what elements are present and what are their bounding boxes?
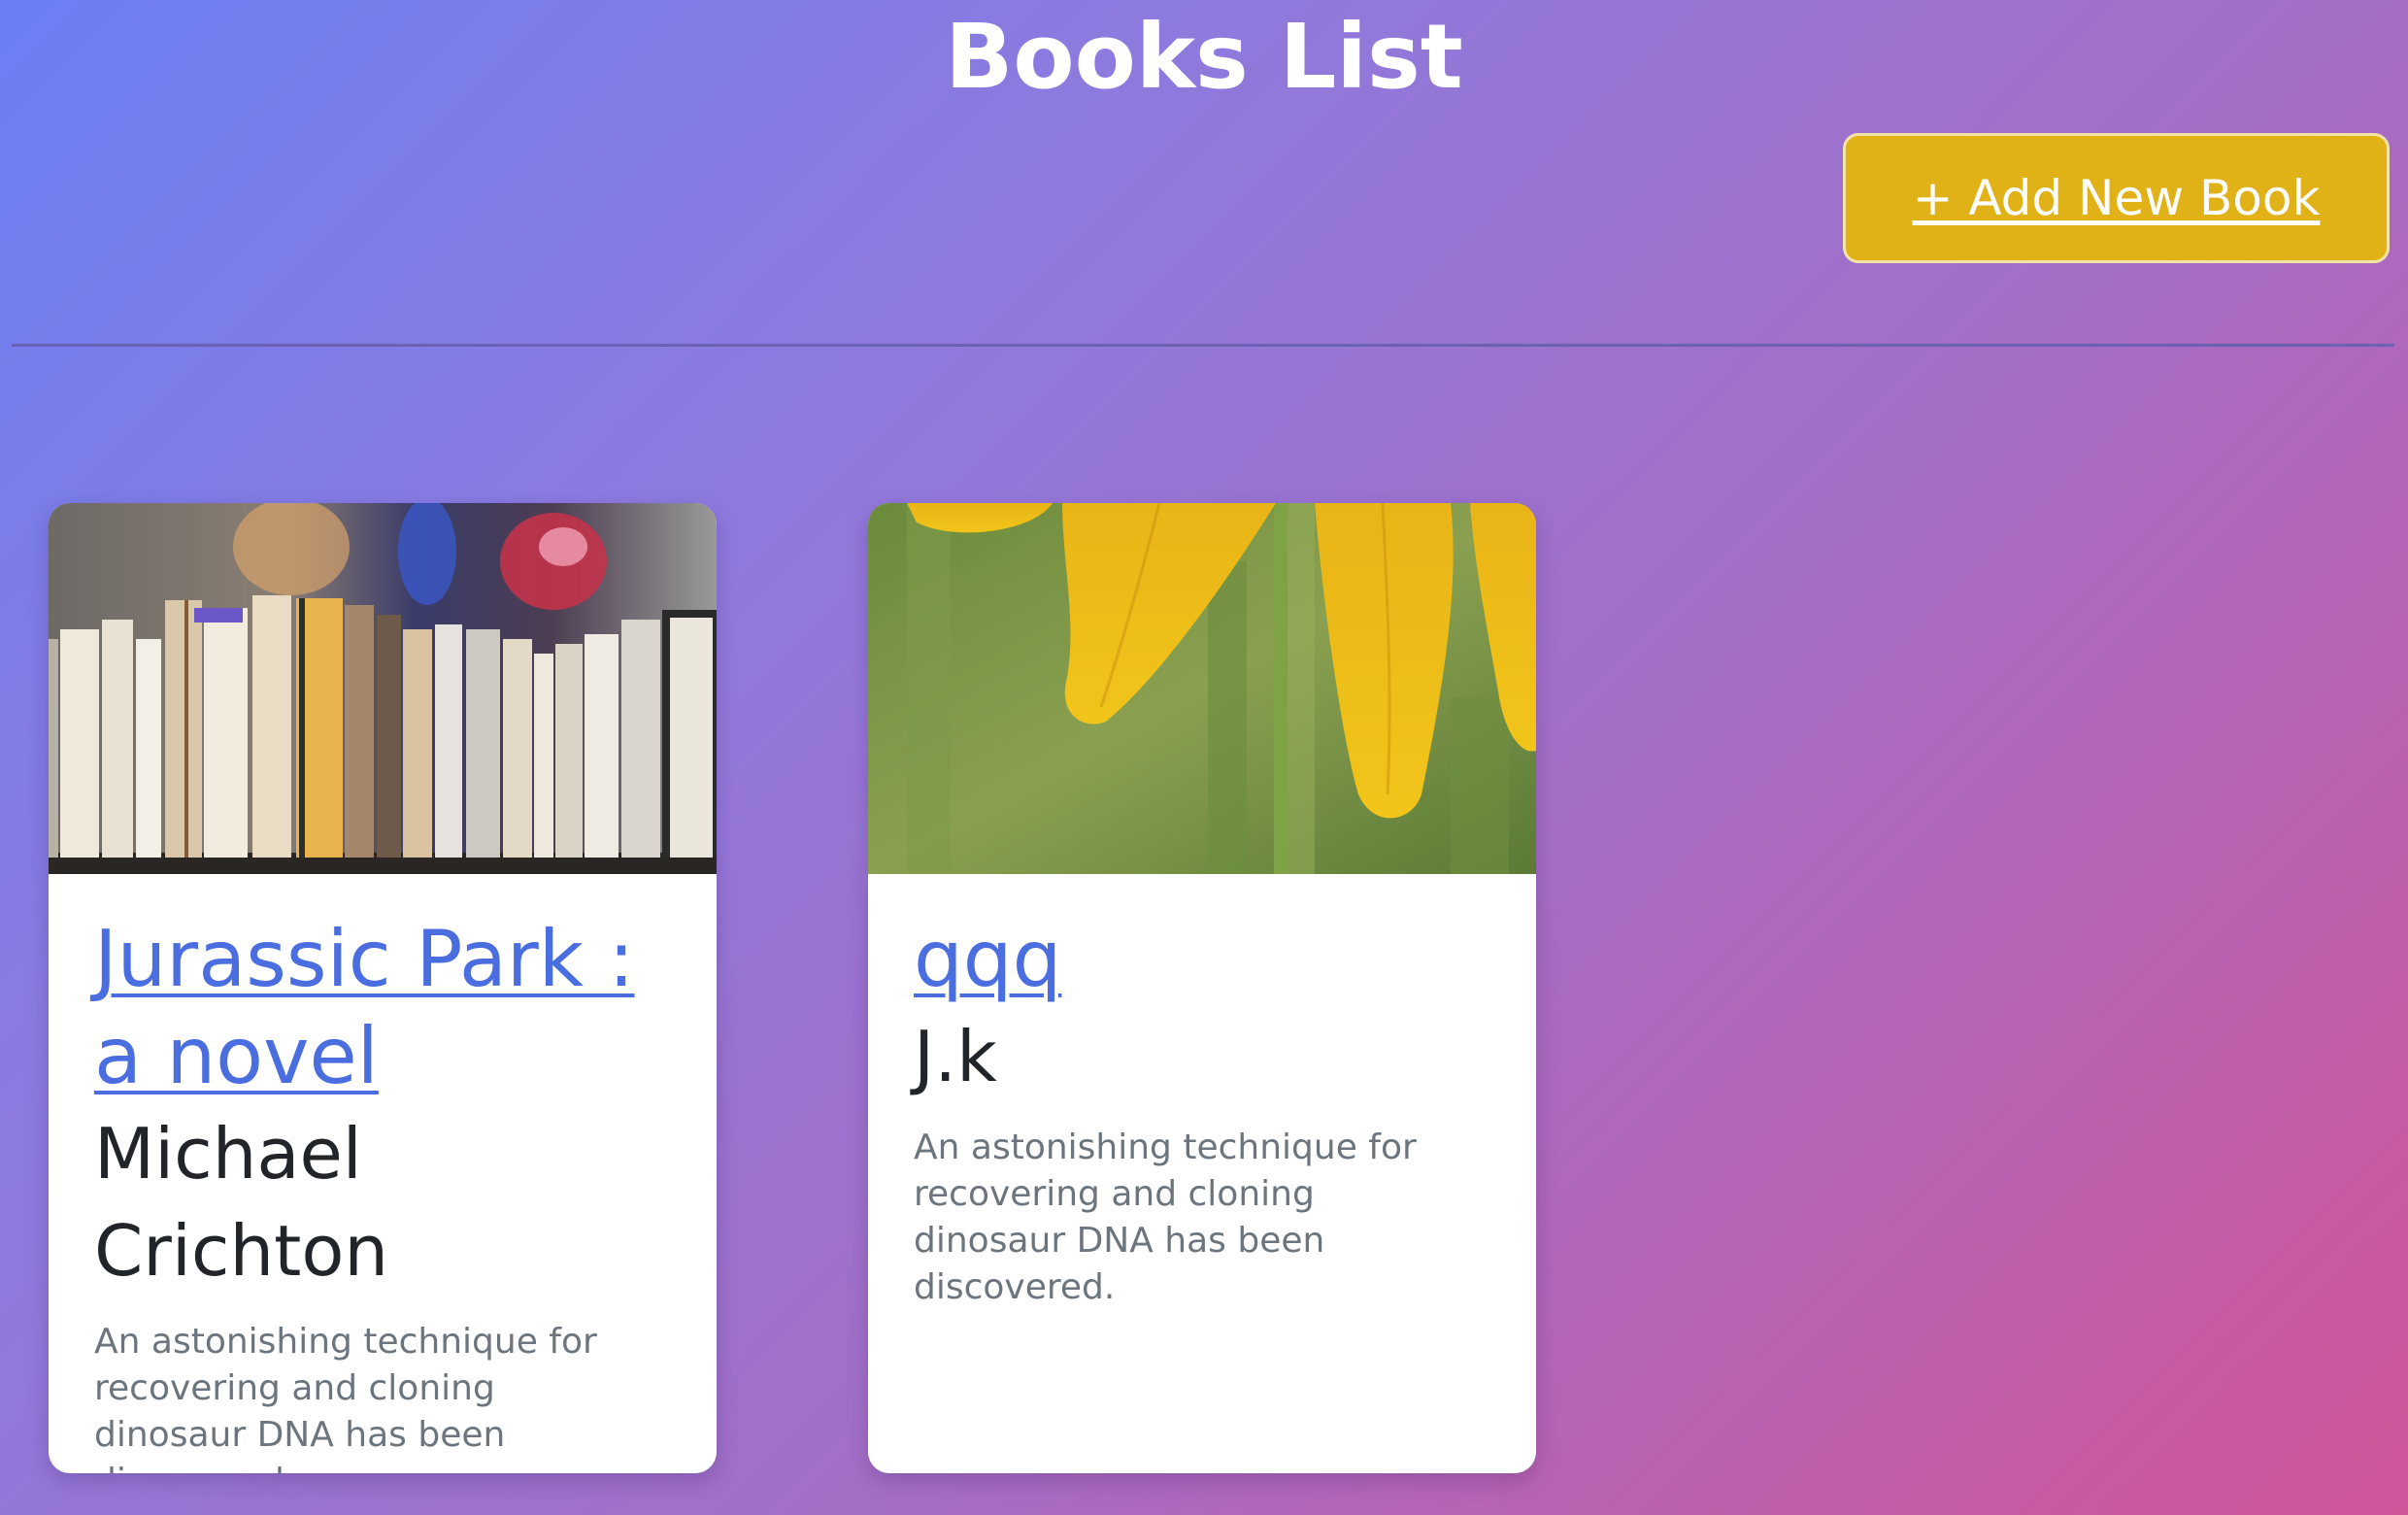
book-card: Jurassic Park : a novel Michael Crichton… xyxy=(49,503,717,1473)
book-author: J.k xyxy=(914,1016,997,1097)
book-cover-image xyxy=(49,503,717,874)
book-title-link[interactable]: Jurassic Park : a novel xyxy=(94,911,671,1105)
book-author: Michael Crichton xyxy=(94,1113,389,1292)
book-card: qqq J.k An astonishing technique for rec… xyxy=(868,503,1536,1473)
book-title-link[interactable]: qqq xyxy=(914,911,1490,1008)
add-new-book-button[interactable]: + Add New Book xyxy=(1843,133,2390,263)
book-description: An astonishing technique for recovering … xyxy=(94,1322,597,1473)
book-cover-image xyxy=(868,503,1536,874)
header-divider xyxy=(12,344,2394,347)
book-description: An astonishing technique for recovering … xyxy=(914,1128,1417,1307)
page-title: Books List xyxy=(945,5,1463,109)
